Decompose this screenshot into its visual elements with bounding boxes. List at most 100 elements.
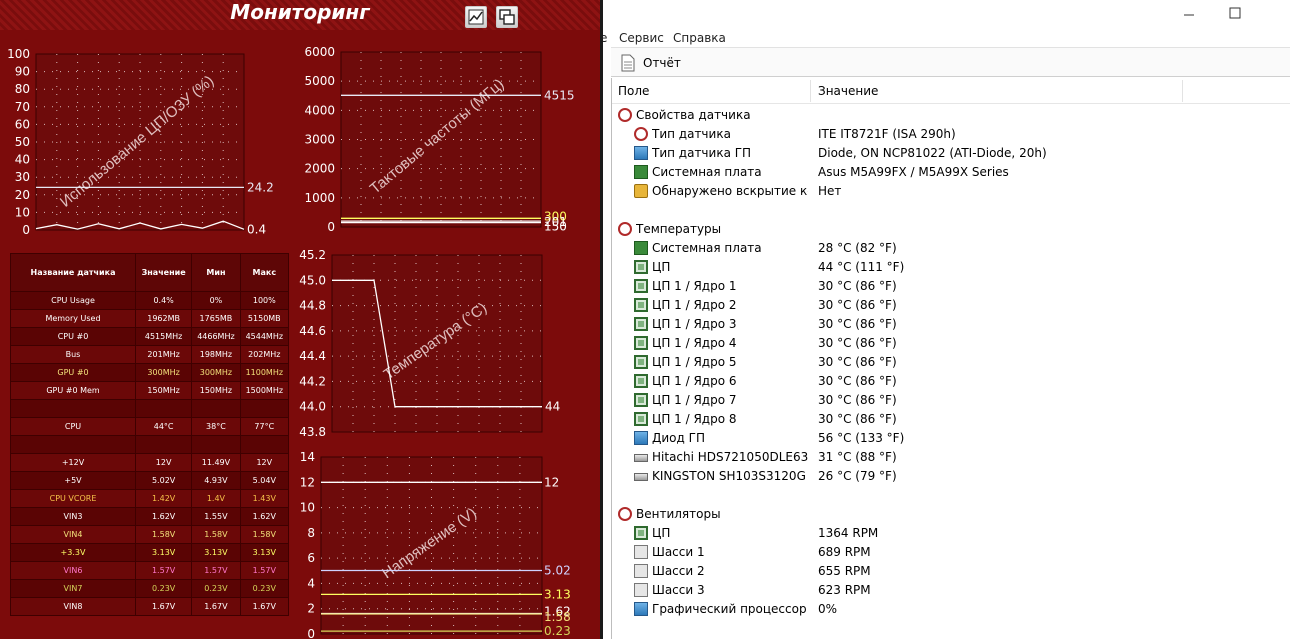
field-label: ЦП: [652, 260, 671, 274]
field-value: 30 °C (86 °F): [818, 317, 897, 331]
series-value-label: 44: [545, 400, 560, 414]
column-header-value[interactable]: Значение: [818, 84, 878, 98]
list-item[interactable]: Hitachi HDS721050DLE630 31 °C (88 °F): [612, 448, 1290, 467]
list-item[interactable]: ЦП 1 / Ядро 4 30 °C (86 °F): [612, 334, 1290, 353]
y-tick-label: 12: [300, 475, 315, 489]
sensor-name-cell: VIN6: [10, 561, 136, 580]
field-label: Диод ГП: [652, 431, 705, 445]
sensor-value-cell: 1.42V: [134, 489, 193, 508]
group-header[interactable]: Вентиляторы: [612, 505, 1290, 524]
y-tick-label: 3000: [304, 133, 335, 147]
menu-item-service[interactable]: Сервис: [619, 31, 664, 45]
list-item[interactable]: Системная плата Asus M5A99FX / M5A99X Ser…: [612, 163, 1290, 182]
sensor-min-cell: 3.13V: [191, 543, 241, 562]
sensor-max-cell: 5.04V: [239, 471, 290, 490]
case-fan-icon: [634, 583, 648, 597]
column-header-max: Макс: [239, 253, 290, 292]
series-value-label: 0.23: [544, 624, 571, 638]
group-header[interactable]: Температуры: [612, 220, 1290, 239]
sensor-max-cell: 3.13V: [239, 543, 290, 562]
list-item[interactable]: ЦП 1 / Ядро 8 30 °C (86 °F): [612, 410, 1290, 429]
field-value: 689 RPM: [818, 545, 871, 559]
y-tick-label: 70: [15, 100, 30, 114]
cpu-icon: [634, 298, 648, 312]
field-value: 623 RPM: [818, 583, 871, 597]
disk-icon: [634, 473, 648, 481]
list-item[interactable]: Шасси 1 689 RPM: [612, 543, 1290, 562]
sensor-name-cell: VIN3: [10, 507, 136, 526]
field-label: Тип датчика ГП: [652, 146, 752, 160]
cpu-icon: [634, 279, 648, 293]
y-tick-label: 1000: [304, 191, 335, 205]
list-item[interactable]: ЦП 1 / Ядро 1 30 °C (86 °F): [612, 277, 1290, 296]
list-item[interactable]: ЦП 44 °C (111 °F): [612, 258, 1290, 277]
series-value-label: 24.2: [247, 180, 274, 194]
sensor-row: Bus 201MHz 198MHz 202MHz: [10, 345, 290, 364]
column-separator[interactable]: [810, 80, 811, 102]
sensor-value-cell: 5.02V: [134, 471, 193, 490]
list-item[interactable]: Системная плата 28 °C (82 °F): [612, 239, 1290, 258]
field-label: ЦП: [652, 526, 671, 540]
field-value: 30 °C (86 °F): [818, 298, 897, 312]
sensor-row: [10, 399, 290, 418]
sensor-value-cell: 201MHz: [134, 345, 193, 364]
sensor-min-cell: 38°C: [191, 417, 241, 436]
field-label: Системная плата: [652, 165, 762, 179]
list-item[interactable]: Шасси 3 623 RPM: [612, 581, 1290, 600]
minimize-icon: [1184, 14, 1194, 16]
list-item[interactable]: ЦП 1 / Ядро 7 30 °C (86 °F): [612, 391, 1290, 410]
list-item[interactable]: ЦП 1 / Ядро 3 30 °C (86 °F): [612, 315, 1290, 334]
column-header-field[interactable]: Поле: [618, 84, 649, 98]
list-item[interactable]: Шасси 2 655 RPM: [612, 562, 1290, 581]
y-tick-label: 14: [300, 450, 315, 464]
sensor-list: Поле Значение Свойства датчика Тип датчик…: [611, 78, 1290, 639]
menu-bar: е Сервис Справка: [603, 29, 1290, 47]
sensor-row: GPU #0 300MHz 300MHz 1100MHz: [10, 363, 290, 382]
sensor-row: CPU 44°C 38°C 77°C: [10, 417, 290, 436]
sensor-value-cell: 300MHz: [134, 363, 193, 382]
gpu-icon: [634, 146, 648, 160]
sensor-row: [10, 435, 290, 454]
minimize-button[interactable]: [1174, 2, 1204, 24]
sensor-min-cell: 1.67V: [191, 597, 241, 616]
menu-item-file[interactable]: е: [603, 31, 607, 45]
list-item[interactable]: Графический процессор 0%: [612, 600, 1290, 619]
y-tick-label: 44.6: [299, 324, 326, 338]
sensor-name-cell: [10, 399, 136, 418]
list-item[interactable]: Диод ГП 56 °C (133 °F): [612, 429, 1290, 448]
sensor-min-cell: 1765MB: [191, 309, 241, 328]
field-label: Hitachi HDS721050DLE630: [652, 450, 808, 464]
y-tick-label: 2000: [304, 162, 335, 176]
list-item[interactable]: ЦП 1364 RPM: [612, 524, 1290, 543]
sensor-name-cell: CPU Usage: [10, 291, 136, 310]
field-label: Шасси 1: [652, 545, 705, 559]
sensor-min-cell: 1.57V: [191, 561, 241, 580]
y-tick-label: 60: [15, 117, 30, 131]
sensor-value-cell: [134, 435, 193, 454]
list-item[interactable]: Обнаружено вскрытие кор... Нет: [612, 182, 1290, 201]
list-item[interactable]: ЦП 1 / Ядро 5 30 °C (86 °F): [612, 353, 1290, 372]
report-icon: [621, 54, 635, 72]
list-item[interactable]: Тип датчика ГП Diode, ON NCP81022 (ATI-Di…: [612, 144, 1290, 163]
fan-icon: [618, 507, 632, 521]
maximize-button[interactable]: [1220, 2, 1250, 24]
list-item[interactable]: Тип датчика ITE IT8721F (ISA 290h): [612, 125, 1290, 144]
sensor-min-cell: [191, 435, 241, 454]
group-header[interactable]: Свойства датчика: [612, 106, 1290, 125]
y-tick-label: 2: [307, 602, 315, 616]
menu-item-help[interactable]: Справка: [673, 31, 726, 45]
sensor-value-cell: 1.57V: [134, 561, 193, 580]
field-label: Тип датчика: [652, 127, 731, 141]
list-item[interactable]: KINGSTON SH103S3120G 26 °C (79 °F): [612, 467, 1290, 486]
field-value: 30 °C (86 °F): [818, 279, 897, 293]
y-tick-label: 44.8: [299, 299, 326, 313]
sensor-max-cell: 1.62V: [239, 507, 290, 526]
sensor-name-cell: VIN7: [10, 579, 136, 598]
y-tick-label: 10: [15, 205, 30, 219]
report-button[interactable]: Отчёт: [621, 52, 681, 74]
y-tick-label: 44.2: [299, 374, 326, 388]
column-separator[interactable]: [1182, 80, 1183, 102]
list-item[interactable]: ЦП 1 / Ядро 2 30 °C (86 °F): [612, 296, 1290, 315]
field-value: 56 °C (133 °F): [818, 431, 905, 445]
list-item[interactable]: ЦП 1 / Ядро 6 30 °C (86 °F): [612, 372, 1290, 391]
